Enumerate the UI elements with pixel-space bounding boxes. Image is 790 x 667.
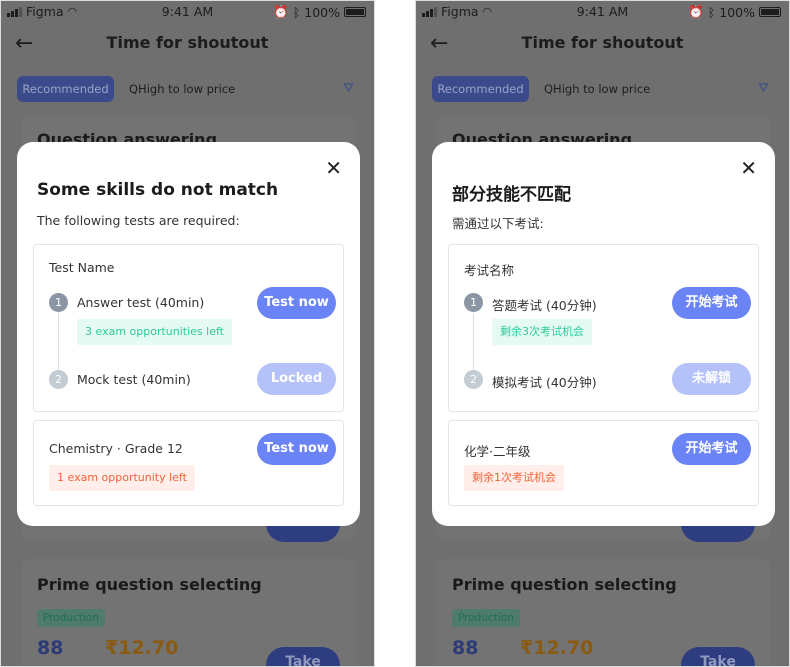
phone-screen-0: Figma ◠ 9:41 AM ⏰ ᛒ 100% ← Time for shout… — [0, 0, 375, 667]
test-group: 化学·二年级 开始考试 剩余1次考试机会 — [448, 420, 759, 506]
step-number: 1 — [49, 293, 68, 312]
modal-subtitle: 需通过以下考试: — [452, 216, 544, 231]
opportunities-tag: 1 exam opportunity left — [49, 465, 195, 491]
modal-title: Some skills do not match — [37, 180, 279, 200]
skills-mismatch-modal: ✕ 部分技能不匹配 需通过以下考试: 考试名称 1 答题考试 (40分钟) 开始… — [432, 142, 775, 526]
sort-tabs: Recommended QHigh to low price ⛛ — [416, 75, 789, 103]
test-now-button[interactable]: Test now — [257, 433, 336, 465]
step-name: 答题考试 (40分钟) — [492, 298, 597, 313]
card-title: Prime question selecting — [452, 575, 677, 594]
locked-button[interactable]: 未解锁 — [672, 363, 751, 395]
step-number: 2 — [49, 370, 68, 389]
close-icon[interactable]: ✕ — [325, 156, 342, 180]
bluetooth-icon: ᛒ — [292, 4, 301, 20]
page-title: Time for shoutout — [106, 33, 269, 52]
step-name: Mock test (40min) — [77, 372, 191, 387]
tab-recommended[interactable]: Recommended — [17, 76, 114, 102]
price-value: ₹12.70 — [105, 637, 179, 659]
test-now-button[interactable]: 开始考试 — [672, 287, 751, 319]
opportunities-tag: 剩余3次考试机会 — [492, 319, 592, 345]
tab-price[interactable]: QHigh to low price — [129, 76, 235, 102]
take-button[interactable]: Take — [266, 647, 340, 666]
task-card[interactable]: Prime question selecting Production 88 ₹… — [436, 559, 771, 666]
step-connector — [473, 313, 474, 373]
step-name: 模拟考试 (40分钟) — [492, 375, 597, 390]
alarm-icon: ⏰ — [273, 4, 289, 19]
battery-icon — [759, 7, 781, 17]
test-group: 考试名称 1 答题考试 (40分钟) 开始考试 剩余3次考试机会 2 模拟考试 … — [448, 244, 759, 412]
battery-icon — [344, 7, 366, 17]
filter-icon[interactable]: ⛛ — [343, 81, 354, 96]
skills-mismatch-modal: ✕ Some skills do not match The following… — [17, 142, 360, 526]
sort-tabs: Recommended QHigh to low price ⛛ — [1, 75, 374, 103]
test-now-button[interactable]: 开始考试 — [672, 433, 751, 465]
step-connector — [58, 313, 59, 373]
battery-percent: 100% — [719, 4, 755, 20]
status-bar: Figma ◠ 9:41 AM ⏰ ᛒ 100% — [416, 4, 789, 20]
step-number: 1 — [464, 293, 483, 312]
test-now-button[interactable]: Test now — [257, 287, 336, 319]
tab-recommended[interactable]: Recommended — [432, 76, 529, 102]
test-name: Chemistry · Grade 12 — [49, 441, 183, 456]
task-card[interactable]: Prime question selecting Production 88 ₹… — [21, 559, 356, 666]
opportunities-tag: 剩余1次考试机会 — [464, 465, 564, 491]
modal-subtitle: The following tests are required: — [37, 213, 240, 228]
locked-button[interactable]: Locked — [257, 363, 336, 395]
test-group: Test Name 1 Answer test (40min) Test now… — [33, 244, 344, 412]
page-title: Time for shoutout — [521, 33, 684, 52]
group-label: Test Name — [49, 260, 115, 275]
test-name: 化学·二年级 — [464, 444, 531, 459]
step-number: 2 — [464, 370, 483, 389]
tab-price[interactable]: QHigh to low price — [544, 76, 650, 102]
close-icon[interactable]: ✕ — [740, 156, 757, 180]
status-bar: Figma ◠ 9:41 AM ⏰ ᛒ 100% — [1, 4, 374, 20]
battery-percent: 100% — [304, 4, 340, 20]
alarm-icon: ⏰ — [688, 4, 704, 19]
count-value: 88 — [452, 637, 479, 659]
group-label: 考试名称 — [464, 263, 515, 278]
step-name: Answer test (40min) — [77, 295, 205, 310]
bluetooth-icon: ᛒ — [707, 4, 716, 20]
modal-title: 部分技能不匹配 — [452, 185, 571, 205]
production-tag: Production — [452, 609, 520, 627]
take-button[interactable]: Take — [681, 647, 755, 666]
count-value: 88 — [37, 637, 64, 659]
card-title: Prime question selecting — [37, 575, 262, 594]
price-value: ₹12.70 — [520, 637, 594, 659]
production-tag: Production — [37, 609, 105, 627]
filter-icon[interactable]: ⛛ — [758, 81, 769, 96]
opportunities-tag: 3 exam opportunities left — [77, 319, 232, 345]
test-group: Chemistry · Grade 12 Test now 1 exam opp… — [33, 420, 344, 506]
phone-screen-1: Figma ◠ 9:41 AM ⏰ ᛒ 100% ← Time for shout… — [415, 0, 790, 667]
